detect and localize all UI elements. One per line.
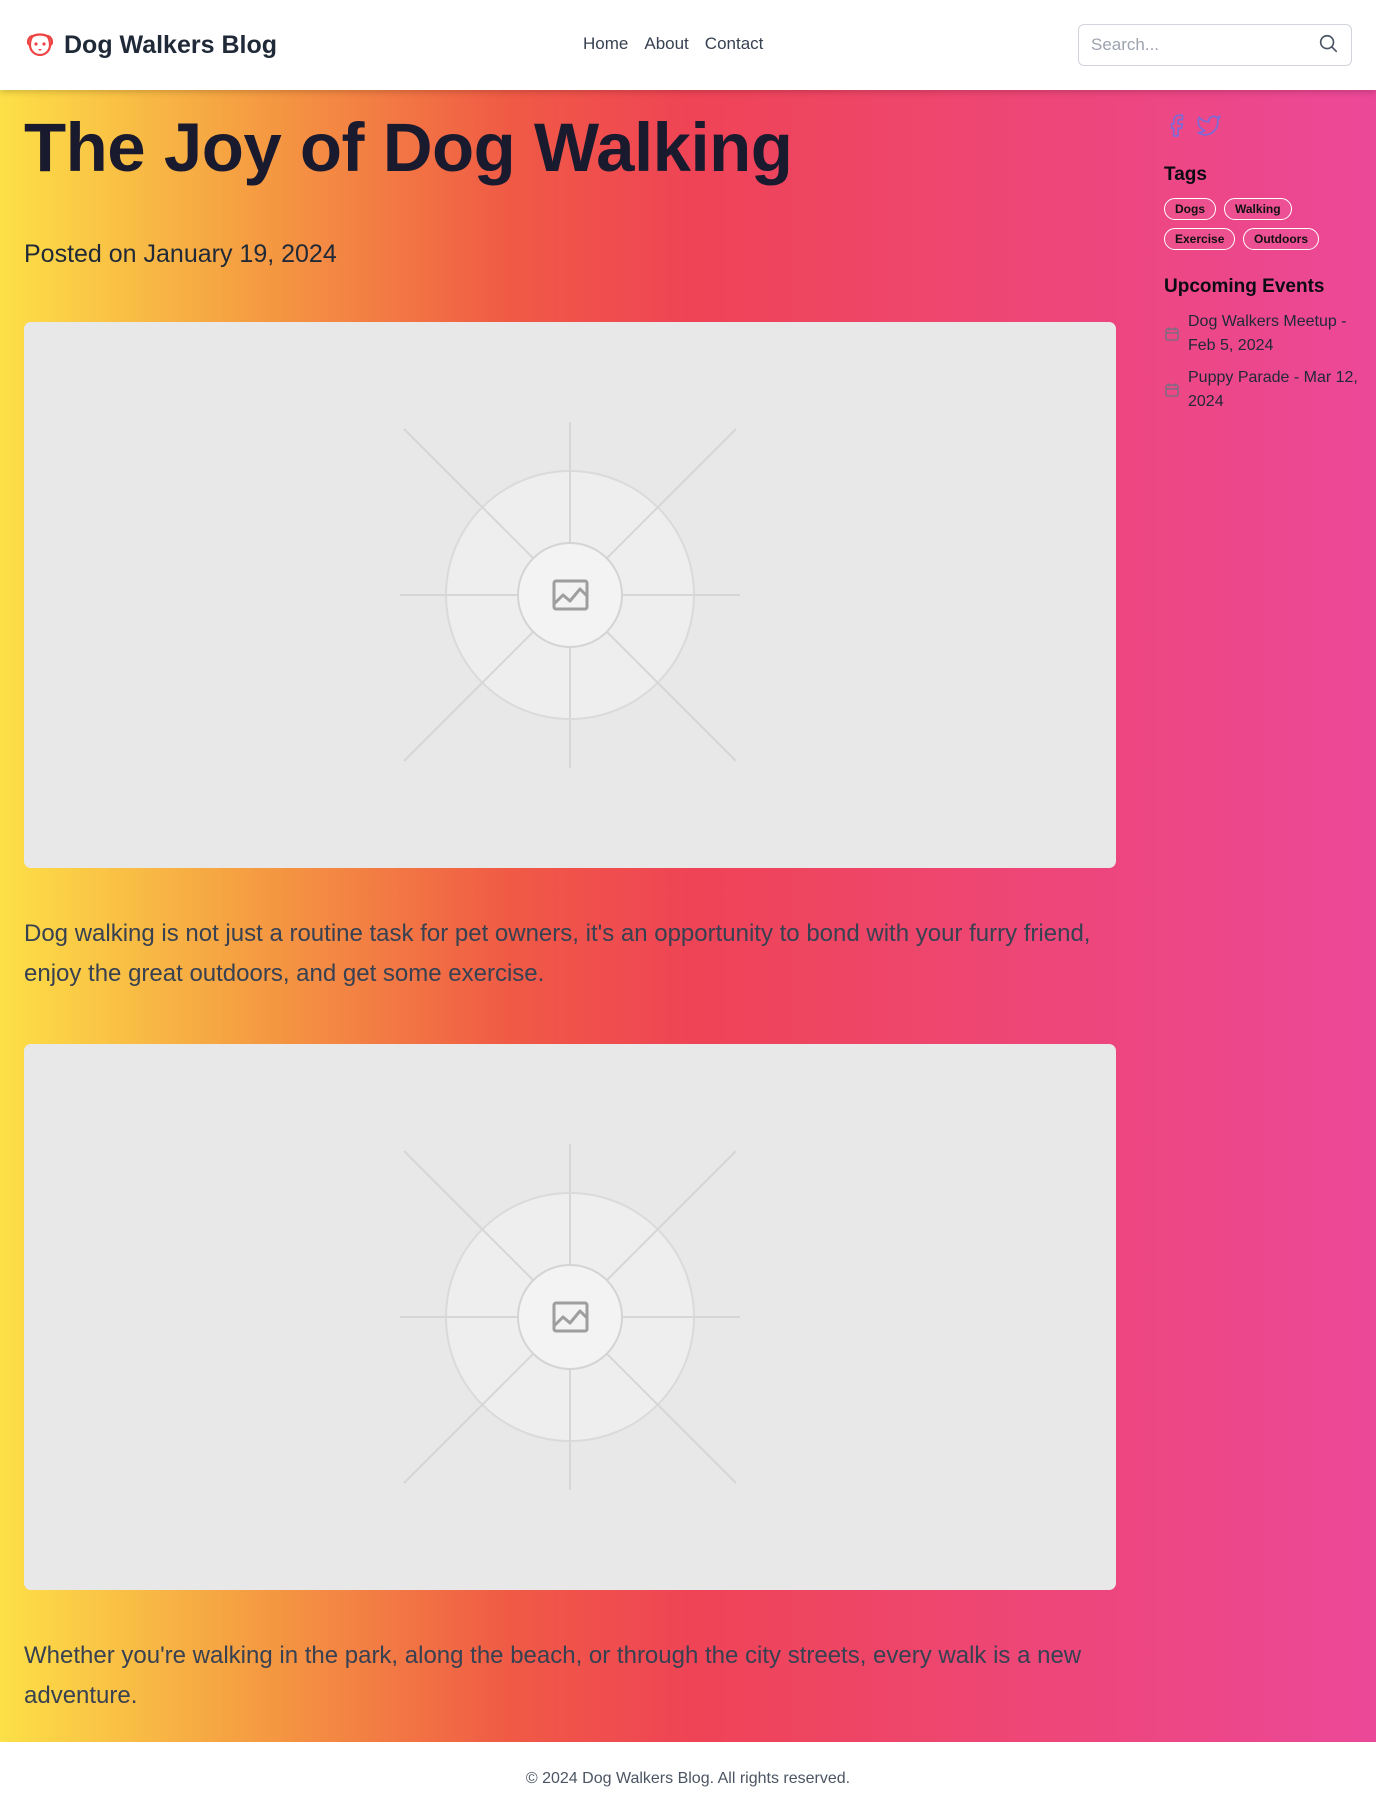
tag-walking[interactable]: Walking	[1224, 198, 1292, 220]
social-links	[1164, 112, 1222, 138]
image-placeholder-graphic	[400, 1144, 740, 1490]
event-text: Puppy Parade - Mar 12, 2024	[1188, 369, 1358, 410]
search-icon[interactable]	[1317, 33, 1339, 55]
image-placeholder-graphic	[400, 422, 740, 768]
article-image	[24, 322, 1116, 868]
twitter-icon[interactable]	[1196, 112, 1222, 138]
tag-dogs[interactable]: Dogs	[1164, 198, 1216, 220]
nav-home-link[interactable]: Home	[583, 34, 628, 54]
copyright-text: © 2024 Dog Walkers Blog. All rights rese…	[525, 1770, 851, 1787]
main-nav: Home About Contact	[583, 34, 763, 54]
article-date: Posted on January 19, 2024	[24, 240, 337, 268]
brand-title: Dog Walkers Blog	[64, 30, 277, 59]
nav-about-link[interactable]: About	[644, 34, 688, 54]
search-box	[1078, 24, 1352, 66]
event-text: Dog Walkers Meetup - Feb 5, 2024	[1188, 313, 1347, 354]
tag-outdoors[interactable]: Outdoors	[1243, 228, 1319, 250]
article-paragraph-1: Dog walking is not just a routine task f…	[24, 920, 1091, 987]
brand[interactable]: Dog Walkers Blog	[24, 28, 277, 62]
site-header: Dog Walkers Blog Home About Contact	[0, 0, 1376, 90]
event-item[interactable]: Dog Walkers Meetup - Feb 5, 2024	[1164, 310, 1364, 358]
article-image	[24, 1044, 1116, 1590]
main-content: The Joy of Dog Walking Posted on January…	[0, 90, 1376, 1742]
facebook-icon[interactable]	[1164, 112, 1190, 138]
events-heading: Upcoming Events	[1164, 276, 1325, 297]
tag-exercise[interactable]: Exercise	[1164, 228, 1236, 250]
event-item[interactable]: Puppy Parade - Mar 12, 2024	[1164, 366, 1364, 414]
search-input[interactable]	[1091, 25, 1311, 65]
nav-contact-link[interactable]: Contact	[705, 34, 764, 54]
calendar-icon	[1165, 383, 1179, 397]
article-title: The Joy of Dog Walking	[24, 109, 793, 186]
calendar-icon	[1165, 327, 1179, 341]
dog-icon	[26, 33, 54, 57]
tags-heading: Tags	[1164, 164, 1207, 185]
site-footer: © 2024 Dog Walkers Blog. All rights rese…	[0, 1742, 1376, 1814]
article-paragraph-2: Whether you're walking in the park, alon…	[24, 1642, 1082, 1709]
